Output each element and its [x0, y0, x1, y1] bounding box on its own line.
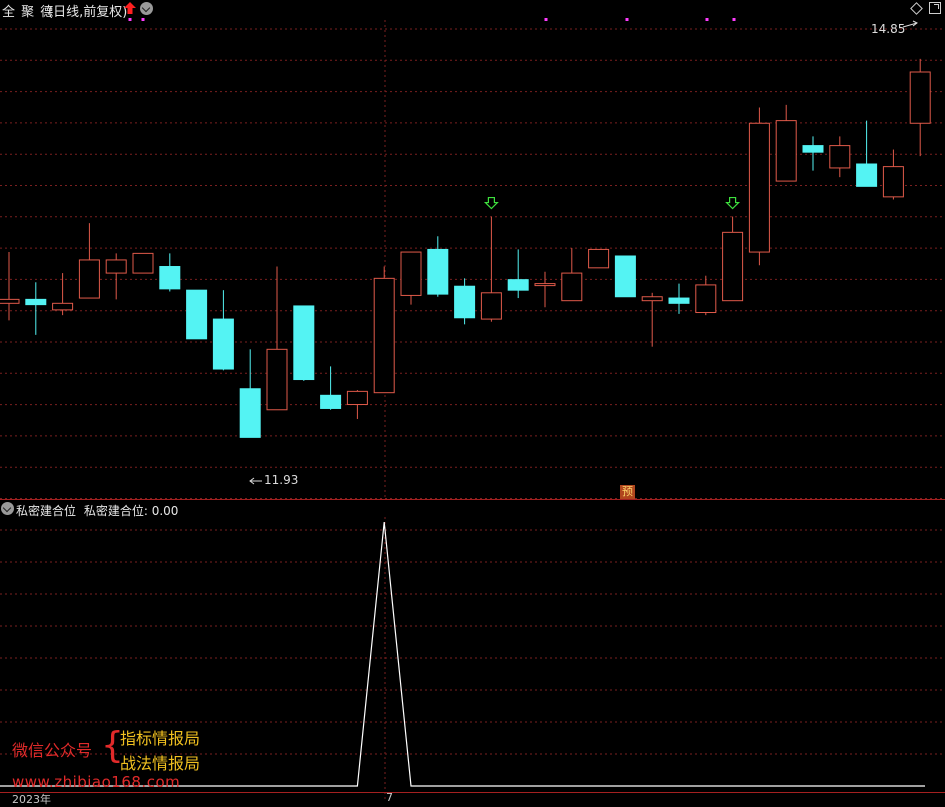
x-axis-month-label: 7 [386, 791, 393, 804]
top-markers [128, 18, 736, 21]
signal-down-arrow-icon [483, 196, 499, 210]
candle-down [212, 318, 234, 370]
candle-up [0, 298, 20, 304]
candle-up [561, 272, 583, 302]
candle-up [695, 284, 717, 314]
top-marker [128, 18, 132, 21]
candle-up [266, 348, 288, 411]
signal-down-arrow-icon [725, 196, 741, 210]
candle-up [641, 296, 663, 302]
candle-up [748, 122, 770, 253]
candle-up [373, 277, 395, 394]
candle-down [507, 279, 529, 291]
high-price-label: 14.85 [871, 22, 905, 36]
low-price-annotation: 11.93 [249, 473, 298, 487]
candle-up [52, 302, 74, 311]
candle-down [159, 266, 181, 290]
low-price-label: 11.93 [264, 473, 298, 487]
candle-up [775, 120, 797, 182]
candle-up [400, 251, 422, 296]
indicator-grid [0, 529, 945, 755]
x-axis-year-label: 2023年 [12, 793, 51, 806]
candle-up [722, 231, 744, 302]
candle-up [346, 390, 368, 406]
watermark-url: www.zhibiao168.com [12, 773, 181, 791]
signals-group [483, 196, 741, 210]
candlestick-chart[interactable]: 14.85 11.93 [0, 0, 945, 500]
top-marker [732, 18, 736, 21]
top-marker [141, 18, 145, 21]
candle-down [668, 297, 690, 304]
candle-down [320, 394, 342, 409]
top-marker [544, 18, 548, 21]
candle-down [802, 145, 824, 153]
candle-down [614, 255, 636, 298]
candle-up [132, 252, 154, 274]
candle-up [480, 292, 502, 320]
candle-down [186, 289, 208, 340]
candle-up [78, 259, 100, 299]
candle-down [239, 388, 261, 438]
candle-down [454, 285, 476, 319]
candle-up [105, 259, 127, 274]
candle-up [534, 283, 556, 287]
candle-up [882, 166, 904, 198]
watermark-line2: 战法情报局 [120, 754, 201, 773]
prediction-badge[interactable]: 预 [620, 485, 635, 499]
candle-down [427, 248, 449, 295]
candle-up [829, 145, 851, 169]
watermark-line1: 指标情报局 [120, 729, 201, 748]
top-marker [625, 18, 629, 21]
top-marker [705, 18, 709, 21]
candle-down [25, 298, 47, 306]
candle-up [909, 71, 931, 124]
candle-down [293, 305, 315, 381]
watermark-account: 微信公众号 [12, 741, 93, 760]
candle-up [588, 248, 610, 269]
candle-down [856, 163, 878, 187]
